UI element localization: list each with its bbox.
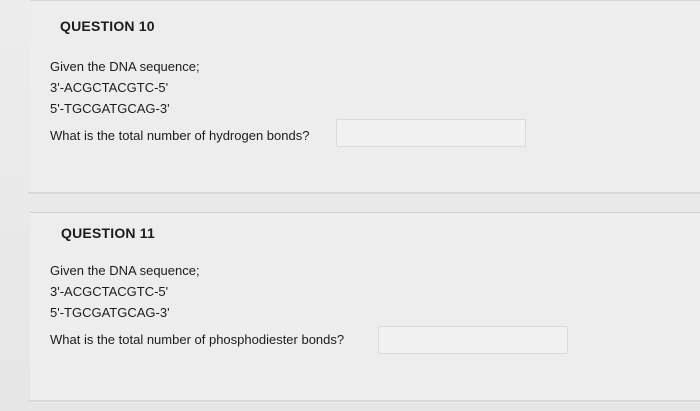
question-divider xyxy=(28,192,700,194)
question-11-strand-2: 5'-TGCGATGCAG-3' xyxy=(50,305,170,320)
question-11-title: QUESTION 11 xyxy=(61,225,156,241)
question-10-title: QUESTION 10 xyxy=(60,18,155,34)
question-11-prompt: What is the total number of phosphodiest… xyxy=(50,332,345,347)
quiz-page: QUESTION 10 Given the DNA sequence; 3'-A… xyxy=(0,0,700,411)
question-11-intro: Given the DNA sequence; xyxy=(50,263,200,278)
question-10-answer-input[interactable] xyxy=(336,119,526,147)
question-10-prompt: What is the total number of hydrogen bon… xyxy=(50,128,310,143)
question-11-strand-1: 3'-ACGCTACGTC-5' xyxy=(50,284,169,299)
question-divider xyxy=(28,400,700,402)
question-10-strand-1: 3'-ACGCTACGTC-5' xyxy=(50,80,169,95)
question-11-answer-input[interactable] xyxy=(378,326,568,354)
question-10-strand-2: 5'-TGCGATGCAG-3' xyxy=(50,101,170,116)
question-10-intro: Given the DNA sequence; xyxy=(50,59,200,74)
